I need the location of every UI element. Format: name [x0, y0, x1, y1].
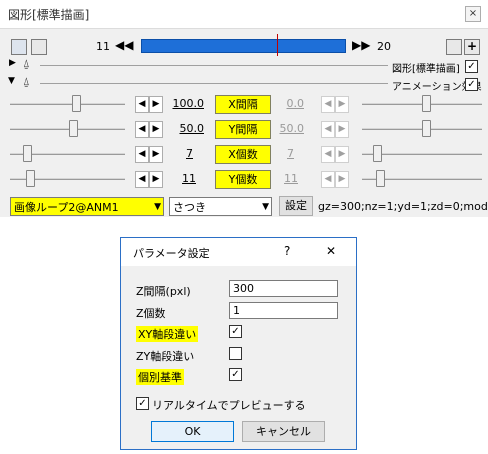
z-spacing-input[interactable]: 300 — [229, 280, 338, 297]
next-frame-button[interactable]: ▶▶ — [352, 38, 370, 52]
realtime-preview-checkbox[interactable]: ✓ — [136, 397, 149, 410]
effect-select-value: 画像ループ2@ANM1 — [14, 201, 119, 214]
add-filter-button[interactable]: + — [464, 39, 480, 55]
decrement-button[interactable]: ◀ — [321, 146, 335, 163]
zy-offset-checkbox[interactable] — [229, 347, 242, 360]
layer-animation-checkbox[interactable]: ✓ — [465, 78, 478, 91]
layer-divider — [40, 65, 388, 66]
increment-button[interactable]: ▶ — [335, 146, 349, 163]
filter-toggle-icon[interactable] — [31, 39, 47, 55]
individual-base-checkbox[interactable]: ✓ — [229, 368, 242, 381]
settings-button[interactable]: 設定 — [279, 196, 313, 216]
slider-thumb-left[interactable] — [69, 120, 78, 137]
field-label-z-spacing: Z間隔(pxl) — [136, 285, 191, 298]
track-value-right[interactable]: 0.0 — [268, 97, 305, 110]
track-value-right[interactable]: 50.0 — [268, 122, 305, 135]
decrement-button[interactable]: ◀ — [321, 171, 335, 188]
timeline-range-bar[interactable] — [141, 39, 346, 53]
parameter-settings-dialog: パラメータ設定 ? ✕ Z間隔(pxl) 300 Z個数 1 XY軸段違い ✓ … — [120, 237, 357, 450]
increment-button[interactable]: ▶ — [149, 121, 163, 138]
frame-start-value: 11 — [96, 40, 110, 53]
slider-thumb-left[interactable] — [26, 170, 35, 187]
track-value-left[interactable]: 50.0 — [168, 122, 205, 135]
mouse-icon: ⍙ — [23, 57, 30, 70]
field-label-z-count: Z個数 — [136, 307, 166, 320]
realtime-preview-label: リアルタイムでプレビューする — [152, 399, 306, 412]
parameter-string: gz=300;nz=1;yd=1;zd=0;mode=1 — [318, 200, 488, 213]
slider-track-left[interactable] — [10, 103, 125, 105]
xy-offset-checkbox[interactable]: ✓ — [229, 325, 242, 338]
track-value-left[interactable]: 100.0 — [168, 97, 205, 110]
check-label-xy-offset: XY軸段違い — [136, 326, 199, 342]
slider-thumb-right[interactable] — [376, 170, 385, 187]
decrement-button[interactable]: ◀ — [135, 96, 149, 113]
slider-thumb-left[interactable] — [23, 145, 32, 162]
script-select[interactable]: さつき ▼ — [169, 197, 272, 216]
slider-thumb-right[interactable] — [422, 120, 431, 137]
track-button-y-spacing[interactable]: Y間隔 — [215, 120, 271, 139]
track-value-right[interactable]: 11 — [262, 172, 298, 185]
effect-select[interactable]: 画像ループ2@ANM1 ▼ — [10, 197, 164, 216]
chevron-down-icon: ▼ — [262, 202, 269, 212]
script-select-value: さつき — [173, 201, 206, 214]
ok-button[interactable]: OK — [151, 421, 234, 442]
check-label-zy-offset: ZY軸段違い — [136, 350, 195, 363]
prev-frame-button[interactable]: ◀◀ — [115, 38, 133, 52]
title-bar: 図形[標準描画] × — [0, 0, 488, 29]
z-count-input[interactable]: 1 — [229, 302, 338, 319]
slider-thumb-left[interactable] — [72, 95, 81, 112]
chevron-down-icon: ▼ — [154, 202, 161, 212]
slider-thumb-right[interactable] — [422, 95, 431, 112]
decrement-button[interactable]: ◀ — [321, 96, 335, 113]
frame-end-value: 20 — [377, 40, 391, 53]
layer-divider — [40, 83, 388, 84]
collapse-arrow-icon[interactable]: ▼ — [8, 76, 15, 86]
track-value-left[interactable]: 7 — [157, 147, 193, 160]
cancel-button[interactable]: キャンセル — [242, 421, 325, 442]
loop-refresh-icon[interactable] — [446, 39, 462, 55]
current-frame-cursor[interactable] — [277, 34, 278, 56]
dialog-close-button[interactable]: ✕ — [326, 244, 336, 258]
slider-track-left[interactable] — [10, 128, 125, 130]
decrement-button[interactable]: ◀ — [135, 121, 149, 138]
dialog-title: パラメータ設定 — [133, 247, 210, 260]
track-value-left[interactable]: 11 — [160, 172, 196, 185]
decrement-button[interactable]: ◀ — [135, 171, 149, 188]
track-button-x-spacing[interactable]: X間隔 — [215, 95, 271, 114]
object-settings-window: 図形[標準描画] × 11 ◀◀ ▶▶ 20 + ▶ ⍙ 図形[標準描画] ✓ … — [0, 0, 488, 217]
window-title: 図形[標準描画] — [8, 8, 90, 22]
check-label-individual-base: 個別基準 — [136, 369, 184, 385]
help-button[interactable]: ? — [284, 244, 290, 258]
increment-button[interactable]: ▶ — [335, 96, 349, 113]
increment-button[interactable]: ▶ — [335, 121, 349, 138]
increment-button[interactable]: ▶ — [335, 171, 349, 188]
camera-control-icon[interactable] — [11, 39, 27, 55]
close-button[interactable]: × — [465, 6, 481, 22]
dialog-title-bar: パラメータ設定 ? ✕ — [121, 238, 356, 266]
decrement-button[interactable]: ◀ — [321, 121, 335, 138]
expand-arrow-icon[interactable]: ▶ — [9, 58, 16, 68]
layer-shape-checkbox[interactable]: ✓ — [465, 60, 478, 73]
layer-label-shape: 図形[標準描画] — [392, 64, 460, 75]
mouse-icon: ⍙ — [23, 75, 30, 88]
slider-thumb-right[interactable] — [373, 145, 382, 162]
track-value-right[interactable]: 7 — [258, 147, 294, 160]
increment-button[interactable]: ▶ — [149, 96, 163, 113]
decrement-button[interactable]: ◀ — [135, 146, 149, 163]
